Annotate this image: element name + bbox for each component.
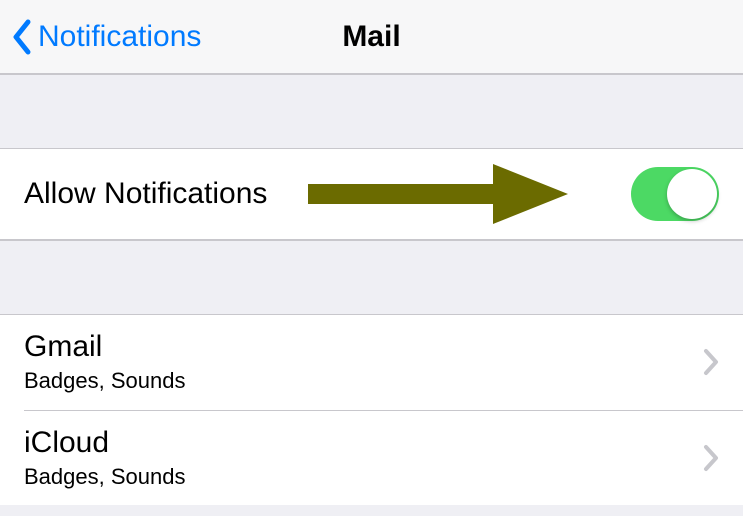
allow-notifications-row: Allow Notifications <box>0 148 743 240</box>
chevron-right-icon <box>703 444 719 472</box>
page-title: Mail <box>342 20 400 54</box>
arrow-annotation-icon <box>308 164 568 224</box>
toggle-knob <box>667 169 717 219</box>
section-gap <box>0 74 743 148</box>
section-gap <box>0 240 743 314</box>
account-subtitle: Badges, Sounds <box>24 367 185 396</box>
back-button[interactable]: Notifications <box>12 19 201 55</box>
allow-notifications-toggle[interactable] <box>631 167 719 221</box>
navbar: Notifications Mail <box>0 0 743 74</box>
account-row-gmail[interactable]: Gmail Badges, Sounds <box>0 315 743 410</box>
account-list: Gmail Badges, Sounds iCloud Badges, Soun… <box>0 314 743 505</box>
account-subtitle: Badges, Sounds <box>24 463 185 492</box>
account-text: iCloud Badges, Sounds <box>24 425 185 492</box>
account-text: Gmail Badges, Sounds <box>24 329 185 396</box>
account-title: iCloud <box>24 425 185 461</box>
allow-notifications-label: Allow Notifications <box>24 177 267 211</box>
chevron-right-icon <box>703 348 719 376</box>
back-label: Notifications <box>38 20 201 54</box>
account-row-icloud[interactable]: iCloud Badges, Sounds <box>24 410 743 506</box>
account-title: Gmail <box>24 329 185 365</box>
chevron-left-icon <box>12 19 32 55</box>
